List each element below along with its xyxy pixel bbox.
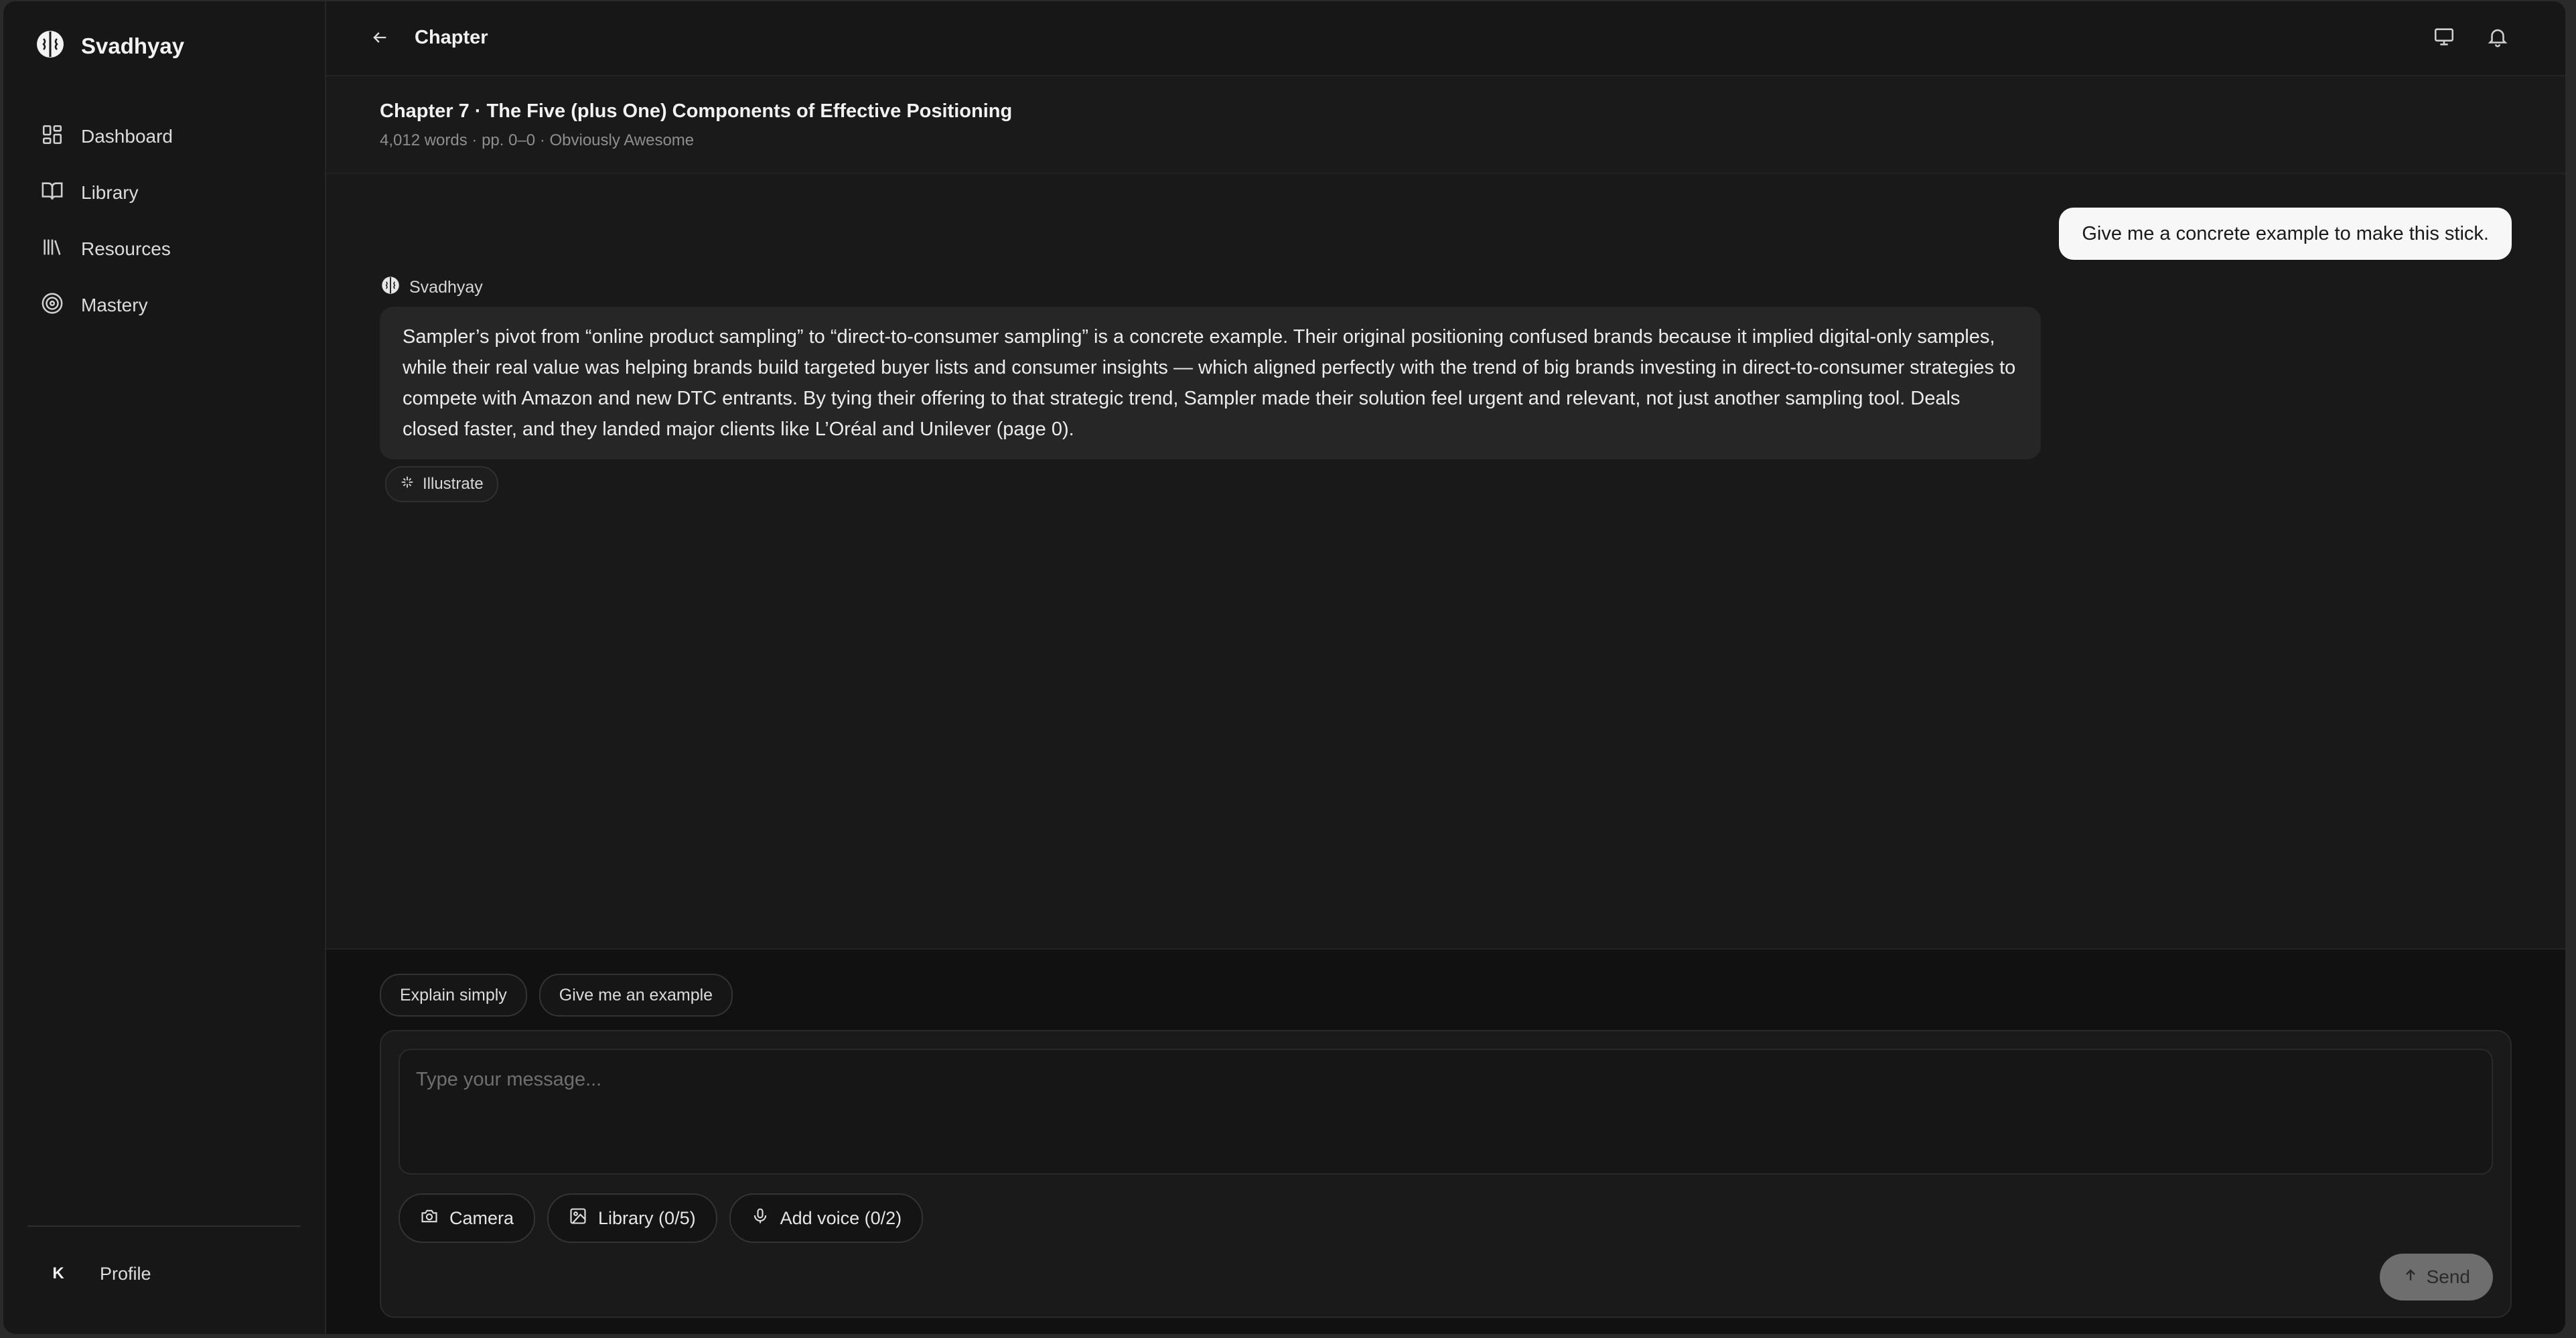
image-icon: [569, 1207, 587, 1230]
add-voice-button[interactable]: Add voice (0/2): [729, 1193, 924, 1243]
profile-label: Profile: [100, 1263, 151, 1284]
sidebar-item-label: Mastery: [81, 295, 148, 315]
suggestion-chips: Explain simply Give me an example: [380, 974, 733, 1017]
assistant-name: Svadhyay: [409, 278, 483, 297]
sidebar-item-label: Library: [81, 182, 139, 203]
sidebar-item-library[interactable]: Library: [41, 165, 309, 221]
notifications-button[interactable]: [2484, 24, 2512, 52]
topbar: Chapter: [326, 1, 2565, 76]
camera-button[interactable]: Camera: [399, 1193, 536, 1243]
suggestion-give-example[interactable]: Give me an example: [539, 974, 733, 1017]
sidebar-item-label: Resources: [81, 238, 171, 259]
sidebar-item-label: Dashboard: [81, 126, 173, 147]
sidebar-item-resources[interactable]: Resources: [41, 221, 309, 277]
composer-area: Explain simply Give me an example Camera: [326, 948, 2565, 1334]
main-panel: Chapter Chapter 7 · The Five (plus One) …: [326, 1, 2565, 1334]
mic-icon: [751, 1207, 770, 1230]
camera-icon: [420, 1207, 439, 1230]
chapter-meta: 4,012 words · pp. 0–0 · Obviously Awesom…: [380, 131, 695, 149]
back-button[interactable]: [368, 27, 392, 51]
camera-label: Camera: [449, 1207, 514, 1228]
illustrate-button[interactable]: Illustrate: [385, 466, 498, 502]
sidebar-item-mastery[interactable]: Mastery: [41, 277, 309, 333]
display-button[interactable]: [2430, 24, 2458, 52]
arrow-up-icon: [2403, 1266, 2419, 1288]
library-attach-label: Library (0/5): [598, 1207, 696, 1228]
brand[interactable]: Svadhyay: [35, 29, 184, 62]
sidebar-item-dashboard[interactable]: Dashboard: [41, 108, 309, 165]
avatar: K: [52, 1264, 64, 1282]
chapter-header: Chapter 7 · The Five (plus One) Componen…: [326, 76, 2565, 174]
book-icon: [41, 179, 64, 207]
chapter-title: Chapter 7 · The Five (plus One) Componen…: [380, 100, 1013, 122]
send-button[interactable]: Send: [2379, 1254, 2493, 1300]
resources-icon: [41, 236, 64, 263]
bell-icon: [2486, 25, 2509, 52]
sidebar-nav: Dashboard Library Resources Mastery: [41, 108, 309, 333]
user-message: Give me a concrete example to make this …: [2059, 208, 2512, 260]
profile-button[interactable]: K Profile: [44, 1259, 151, 1288]
suggestion-explain-simply[interactable]: Explain simply: [380, 974, 527, 1017]
brain-logo-icon: [35, 29, 65, 62]
dashboard-icon: [41, 123, 64, 151]
sidebar: Svadhyay Dashboard Library Resources Mas…: [3, 1, 326, 1334]
message-input[interactable]: [399, 1049, 2493, 1175]
add-voice-label: Add voice (0/2): [780, 1207, 902, 1228]
brain-logo-icon: [381, 276, 400, 299]
back-arrow-icon: [370, 28, 389, 50]
sparkle-icon: [400, 475, 415, 494]
illustrate-label: Illustrate: [423, 475, 484, 493]
composer: Camera Library (0/5): [380, 1030, 2512, 1318]
assistant-message: Sampler’s pivot from “online product sam…: [380, 307, 2041, 459]
app-name: Svadhyay: [81, 33, 185, 58]
app-window: Svadhyay Dashboard Library Resources Mas…: [3, 1, 2565, 1334]
attachment-row: Camera Library (0/5) Add voice (0/2): [399, 1193, 924, 1243]
sidebar-divider: [27, 1225, 301, 1227]
assistant-label: Svadhyay: [381, 276, 483, 299]
target-icon: [41, 292, 64, 319]
monitor-icon: [2433, 25, 2455, 52]
send-label: Send: [2426, 1266, 2470, 1287]
library-attach-button[interactable]: Library (0/5): [547, 1193, 717, 1243]
page-title: Chapter: [415, 27, 488, 48]
